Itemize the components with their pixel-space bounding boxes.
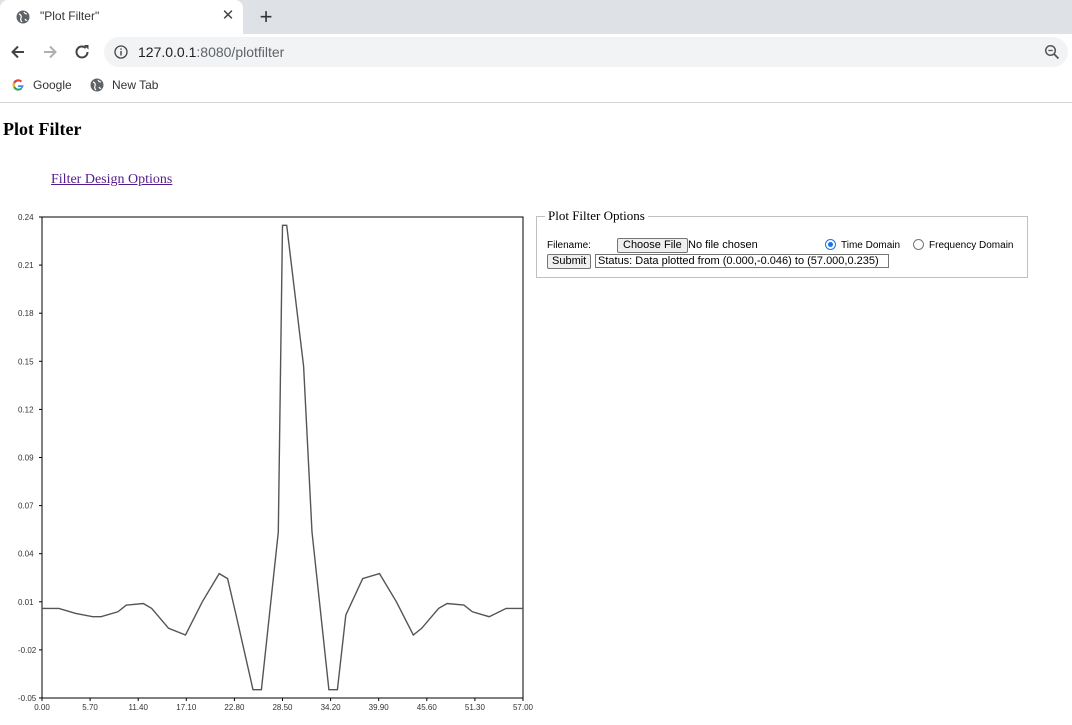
bookmark-google[interactable]: Google [11,76,81,96]
x-tick-label: 5.70 [82,703,98,712]
time-domain-radio[interactable] [825,239,836,250]
close-tab-icon[interactable]: ✕ [220,8,236,24]
page-title: Plot Filter [3,119,82,139]
y-tick-label: 0.01 [18,598,34,607]
globe-icon [16,10,30,24]
info-icon[interactable] [114,45,128,59]
y-tick-label: 0.15 [18,357,34,366]
filename-label: Filename: [547,240,591,251]
y-tick-label: -0.02 [18,646,37,655]
new-tab-button[interactable]: + [256,6,276,28]
forward-arrow-icon[interactable] [40,42,60,62]
plot-frame [41,216,524,699]
x-tick-label: 34.20 [321,703,342,712]
y-tick-label: 0.09 [18,454,34,463]
x-tick-label: 28.50 [272,703,293,712]
globe-icon [90,78,104,92]
y-tick-label: -0.05 [18,694,37,703]
x-tick-label: 17.10 [176,703,197,712]
filter-plot: -0.05 -0.02 0.01 0.04 0.07 0.09 0.12 0.15 0.18 0.… [18,213,534,712]
status-field: Status: Data plotted from (0.000,-0.046)… [595,254,889,268]
bookmark-label: New Tab [112,78,159,92]
reload-icon[interactable] [72,42,92,62]
x-axis: 0.00 5.70 11.40 17.10 22.80 28.50 34.20 39.90 45… [34,698,534,712]
x-tick-label: 22.80 [224,703,245,712]
x-tick-label: 57.00 [513,703,534,712]
filter-design-options-link[interactable]: Filter Design Options [51,172,172,188]
x-tick-label: 0.00 [34,703,50,712]
zoom-icon[interactable] [1044,44,1060,60]
frequency-domain-label: Frequency Domain [929,240,1014,251]
no-file-chosen-text: No file chosen [688,239,758,251]
browser-tab[interactable]: "Plot Filter" ✕ [0,0,243,34]
x-tick-label: 11.40 [128,703,148,712]
choose-file-button[interactable]: Choose File [617,238,688,253]
address-bar[interactable]: 127.0.0.1:8080/plotfilter [104,37,1068,67]
y-tick-label: 0.04 [18,550,34,559]
y-tick-label: 0.24 [18,213,34,222]
bookmark-label: Google [33,78,72,92]
y-tick-label: 0.18 [18,309,34,318]
tab-strip: "Plot Filter" ✕ + [0,0,1072,34]
tab-title: "Plot Filter" [40,9,100,23]
y-tick-label: 0.07 [18,502,34,511]
x-tick-label: 51.30 [465,703,486,712]
back-arrow-icon[interactable] [8,42,28,62]
url-path: :8080/plotfilter [196,44,285,60]
x-tick-label: 45.60 [417,703,438,712]
options-legend: Plot Filter Options [545,208,648,224]
bookmark-new-tab[interactable]: New Tab [90,76,170,96]
y-tick-label: 0.12 [18,405,34,414]
time-domain-label: Time Domain [841,240,901,251]
frequency-domain-radio[interactable] [913,239,924,250]
plot-filter-options: Plot Filter Options Filename: Choose Fil… [536,208,1028,278]
y-axis: -0.05 -0.02 0.01 0.04 0.07 0.09 0.12 0.15 0.18 0.… [18,213,42,703]
bookmarks-bar: Google New Tab [0,70,1072,103]
x-tick-label: 39.90 [369,703,390,712]
google-icon [12,79,24,91]
url-text[interactable]: 127.0.0.1:8080/plotfilter [138,44,284,60]
submit-button[interactable]: Submit [547,254,592,269]
browser-toolbar: 127.0.0.1:8080/plotfilter [0,34,1072,70]
url-host: 127.0.0.1 [138,44,197,60]
y-tick-label: 0.21 [18,261,34,270]
